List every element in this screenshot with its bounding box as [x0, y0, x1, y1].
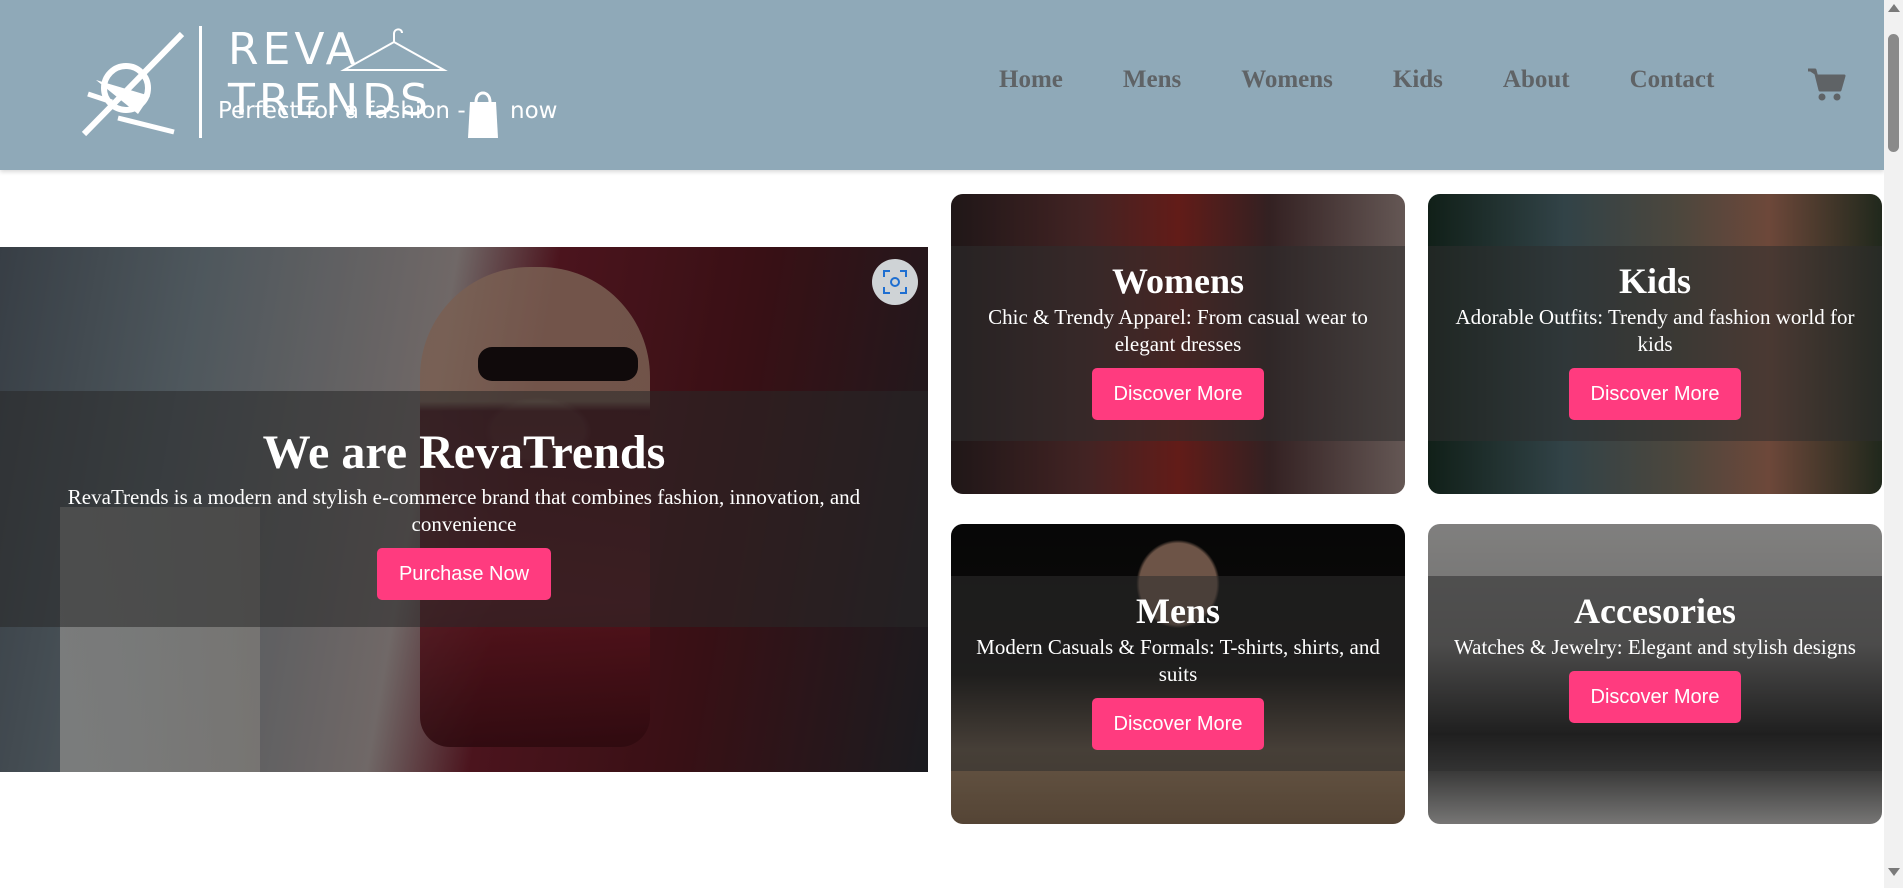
discover-more-button[interactable]: Discover More [1568, 671, 1742, 723]
scroll-up-icon[interactable] [1888, 4, 1900, 12]
category-card-kids[interactable]: Kids Adorable Outfits: Trendy and fashio… [1428, 194, 1882, 494]
card-title: Womens [1111, 261, 1244, 301]
discover-more-button[interactable]: Discover More [1568, 368, 1742, 420]
shopping-bag-icon [468, 91, 498, 138]
nav-mens[interactable]: Mens [1123, 66, 1181, 94]
hero-content: We are RevaTrends RevaTrends is a modern… [0, 391, 928, 627]
card-title: Accesories [1574, 591, 1736, 631]
scroll-thumb[interactable] [1888, 34, 1899, 152]
visual-search-icon[interactable] [872, 259, 918, 305]
nav-womens[interactable]: Womens [1241, 66, 1333, 94]
card-description: Chic & Trendy Apparel: From casual wear … [988, 305, 1368, 356]
scroll-down-icon[interactable] [1888, 868, 1900, 876]
hero-banner: We are RevaTrends RevaTrends is a modern… [0, 247, 928, 772]
nav-kids[interactable]: Kids [1393, 66, 1443, 94]
vertical-scrollbar[interactable] [1884, 0, 1903, 888]
tagline-before: Perfect for a fashion - [218, 98, 466, 124]
logo[interactable]: REVA TRENDS Perfect for a fashion - now [78, 22, 578, 144]
card-title: Kids [1618, 261, 1692, 301]
card-description: Adorable Outfits: Trendy and fashion wor… [1455, 305, 1855, 356]
category-card-accessories[interactable]: Accesories Watches & Jewelry: Elegant an… [1428, 524, 1882, 824]
nav-about[interactable]: About [1503, 66, 1570, 94]
nav-contact[interactable]: Contact [1630, 66, 1715, 94]
hanger-logo-icon [81, 31, 185, 137]
nav-home[interactable]: Home [999, 66, 1063, 94]
category-card-womens[interactable]: Womens Chic & Trendy Apparel: From casua… [951, 194, 1405, 494]
hanger-icon [340, 28, 448, 71]
purchase-now-button[interactable]: Purchase Now [376, 548, 552, 600]
card-content: Accesories Watches & Jewelry: Elegant an… [1428, 576, 1882, 771]
card-title: Mens [1136, 591, 1220, 631]
logo-tagline: Perfect for a fashion - now [218, 91, 557, 138]
hero-description: RevaTrends is a modern and stylish e-com… [67, 485, 861, 536]
tagline-after: now [510, 98, 558, 124]
card-description: Watches & Jewelry: Elegant and stylish d… [1454, 635, 1856, 659]
card-content: Mens Modern Casuals & Formals: T-shirts,… [951, 576, 1405, 771]
hero-title: We are RevaTrends [262, 426, 666, 479]
site-header: REVA TRENDS Perfect for a fashion - now … [0, 0, 1884, 170]
main-nav: Home Mens Womens Kids About Contact [999, 66, 1774, 94]
card-description: Modern Casuals & Formals: T-shirts, shir… [976, 635, 1380, 686]
discover-more-button[interactable]: Discover More [1091, 368, 1265, 420]
card-content: Kids Adorable Outfits: Trendy and fashio… [1428, 246, 1882, 441]
card-content: Womens Chic & Trendy Apparel: From casua… [951, 246, 1405, 441]
category-card-mens[interactable]: Mens Modern Casuals & Formals: T-shirts,… [951, 524, 1405, 824]
cart-icon[interactable] [1806, 64, 1846, 104]
logo-divider [199, 26, 202, 138]
discover-more-button[interactable]: Discover More [1091, 698, 1265, 750]
